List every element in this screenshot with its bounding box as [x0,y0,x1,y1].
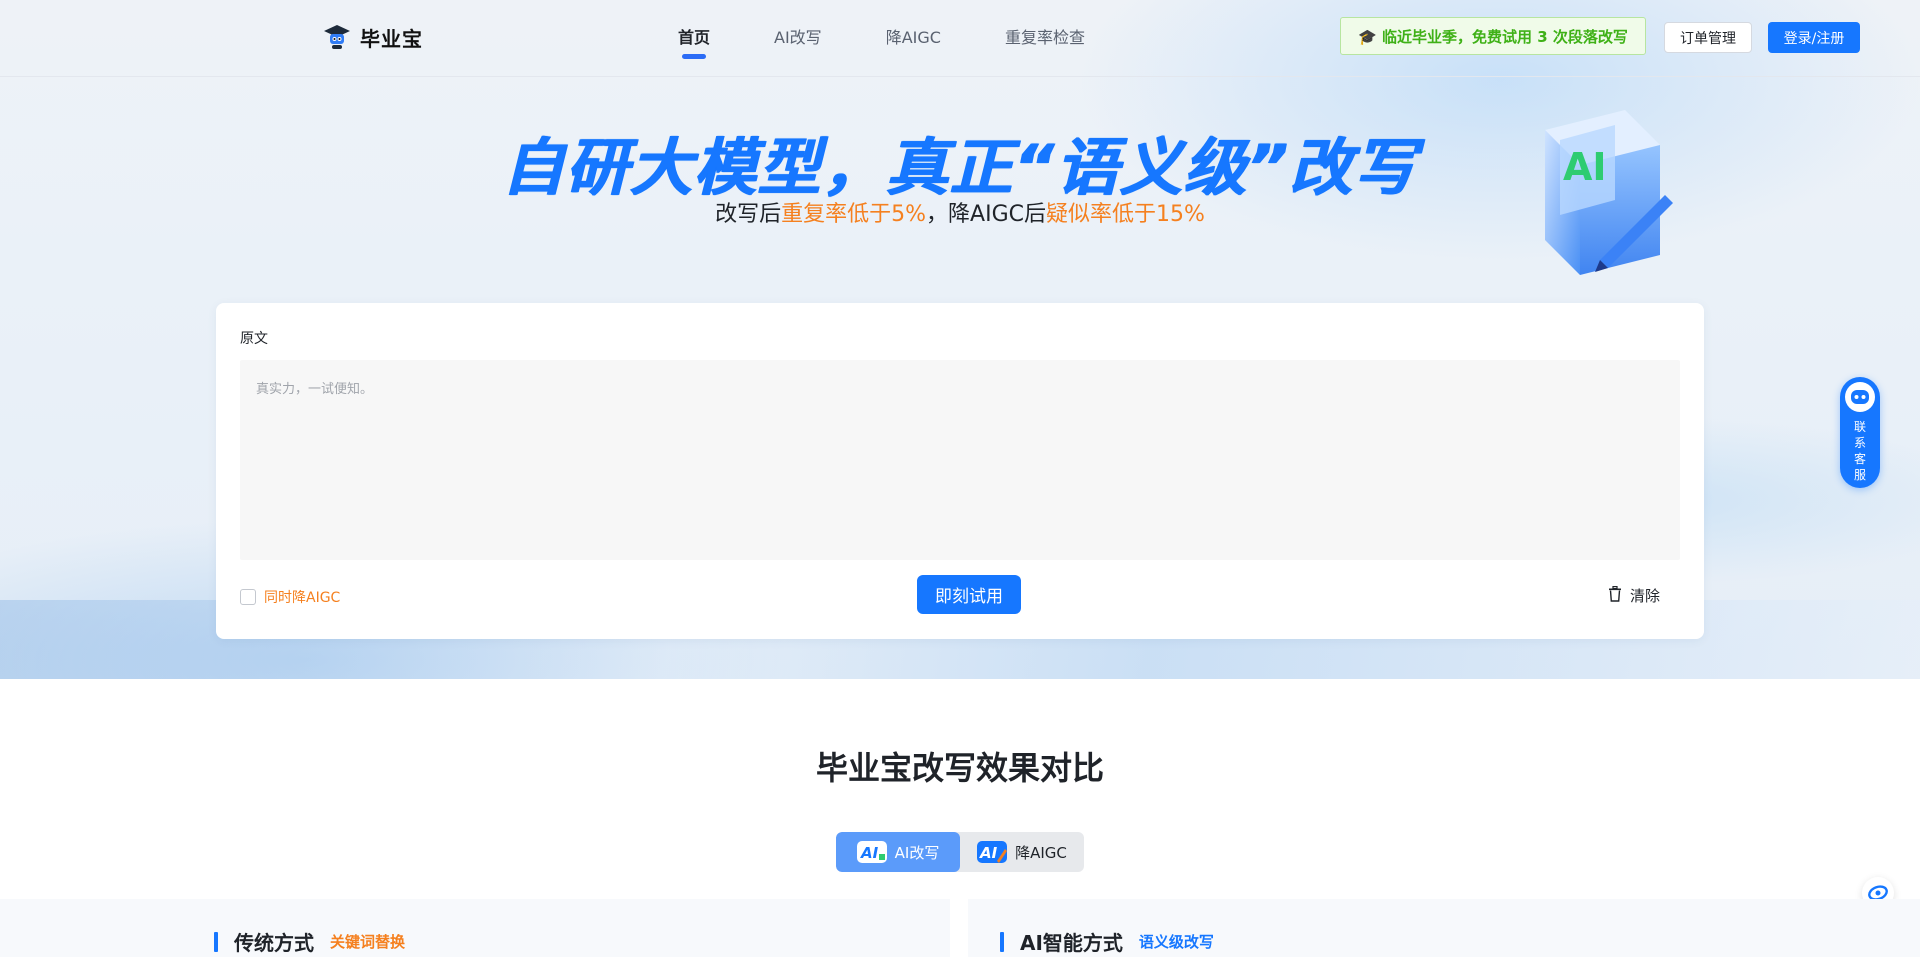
contact-support-button[interactable]: 联系客服 [1840,377,1880,488]
ai-method-header: AI智能方式 语义级改写 [1000,927,1214,956]
ai-method-tag: 语义级改写 [1138,933,1214,951]
tab-ai-rewrite-label: AI改写 [894,843,940,862]
traditional-method-title: 传统方式 [234,931,314,955]
brand-name: 毕业宝 [360,26,423,51]
main-nav: 首页 AI改写 降AIGC 重复率检查 [678,24,1149,48]
tab-ai-rewrite[interactable]: AI AI改写 [836,832,960,872]
try-now-button[interactable]: 即刻试用 [917,575,1021,614]
nav-item-home[interactable]: 首页 [678,24,710,48]
compare-tabs: AI AI改写 AI 降AIGC [836,832,1084,872]
trash-icon [1608,585,1622,606]
order-management-button[interactable]: 订单管理 [1664,22,1752,53]
reduce-aigc-checkbox[interactable] [240,589,256,605]
reduce-aigc-option[interactable]: 同时降AIGC [240,587,340,607]
hero-sub-text: 改写后 [715,202,782,227]
section-accent-bar [214,931,218,952]
hero-sub-highlight: 疑似率低于15% [1045,202,1205,227]
tab-reduce-aigc[interactable]: AI 降AIGC [960,832,1084,872]
original-text-input[interactable]: 真实力，一试便知。 [240,360,1680,560]
traditional-method-tag: 关键词替换 [330,933,406,951]
nav-item-ai-rewrite[interactable]: AI改写 [774,24,822,48]
compare-section-title: 毕业宝改写效果对比 [815,749,1104,787]
nav-item-plagiarism-check[interactable]: 重复率检查 [1005,24,1085,48]
ai-rewrite-badge-icon: AI [856,841,887,863]
nav-item-reduce-aigc[interactable]: 降AIGC [886,24,941,48]
traditional-method-panel [0,899,950,957]
illus-ai-text: AI [1563,145,1607,189]
svg-text:AI: AI [860,844,879,862]
hero-sub-highlight: 重复率低于5% [781,202,927,227]
clear-button-label: 清除 [1630,587,1661,605]
reduce-aigc-checkbox-label: 同时降AIGC [264,590,341,606]
top-header: 毕业宝 首页 AI改写 降AIGC 重复率检查 🎓 临近毕业季，免费试用 3 次… [0,0,1920,77]
brand-logo[interactable]: 毕业宝 [322,22,423,52]
svg-text:AI: AI [979,844,998,862]
editor-card: 原文 真实力，一试便知。 同时降AIGC 即刻试用 清除 [216,303,1704,639]
login-register-button[interactable]: 登录/注册 [1768,22,1860,53]
original-text-label: 原文 [240,331,268,347]
promo-banner[interactable]: 🎓 临近毕业季，免费试用 3 次段落改写 [1340,17,1646,55]
robot-icon [1845,382,1875,412]
tab-reduce-aigc-label: 降AIGC [1015,843,1067,862]
clear-button[interactable]: 清除 [1608,585,1660,606]
graduation-cap-icon [322,22,352,52]
ai-method-title: AI智能方式 [1020,931,1123,955]
traditional-method-header: 传统方式 关键词替换 [214,927,405,956]
contact-support-label: 联系客服 [1853,420,1866,482]
hero-sub-text: ，降AIGC后 [926,202,1046,227]
section-accent-bar [1000,931,1004,952]
reduce-aigc-badge-icon: AI [977,841,1008,863]
ai-book-pen-illustration: AI [1505,100,1685,280]
